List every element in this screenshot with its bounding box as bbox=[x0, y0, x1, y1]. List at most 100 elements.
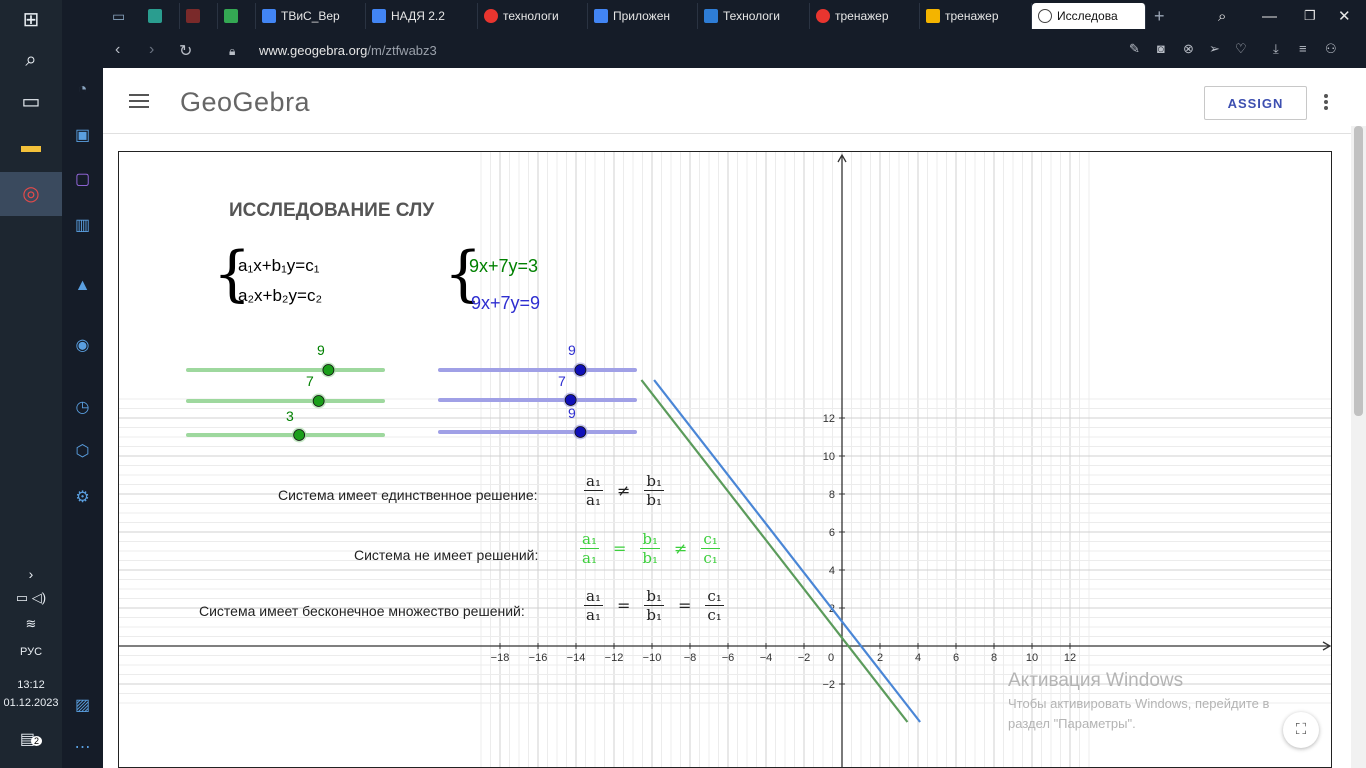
x-tick-label: 6 bbox=[953, 652, 959, 664]
camera-icon[interactable]: ◙ bbox=[1157, 41, 1165, 56]
y-tick-label: 12 bbox=[823, 413, 835, 425]
language-indicator[interactable]: РУС bbox=[0, 640, 62, 664]
settings-icon[interactable]: ⚙ bbox=[62, 488, 103, 508]
x-tick-label: −2 bbox=[798, 652, 811, 664]
more-icon[interactable]: ⋯ bbox=[62, 738, 103, 758]
tab-7[interactable]: тренажер bbox=[920, 3, 1032, 29]
browser-sidebar: ◔ ▣ ▢ ▥ ▲ ◉ ◷ ⬡ ⚙ ▨ ⋯ bbox=[62, 0, 103, 768]
tab-5[interactable]: Технологи bbox=[698, 3, 810, 29]
player-icon[interactable]: ◉ bbox=[62, 336, 103, 356]
assign-button[interactable]: ASSIGN bbox=[1204, 86, 1307, 120]
slider-c2-handle bbox=[574, 426, 587, 438]
download-icon[interactable]: ⤓ bbox=[1273, 41, 1279, 57]
hamburger-menu-icon[interactable] bbox=[129, 94, 149, 108]
slider-a1-value: 9 bbox=[317, 342, 325, 358]
condition-none-formula: a₁ a₁ = b₁ b₁ ≠ c₁ c₁ bbox=[580, 530, 720, 567]
general-eq1: a₁x+b₁y=c₁ bbox=[238, 256, 320, 275]
x-tick-label: −14 bbox=[567, 652, 586, 664]
maximize-icon[interactable]: ❐ bbox=[1298, 3, 1326, 29]
notification-icon[interactable]: ▤2 bbox=[0, 728, 62, 753]
file-explorer-icon[interactable]: ▬ bbox=[0, 134, 62, 158]
fullscreen-icon[interactable]: ⛶ bbox=[1283, 712, 1319, 748]
profile-icon[interactable]: ⚇ bbox=[1325, 41, 1337, 57]
geogebra-applet[interactable]: −18−16−14−12−10−8−6−4−2024681012−2246810… bbox=[118, 151, 1332, 768]
new-tab-button[interactable]: + bbox=[1148, 3, 1176, 29]
edit-icon[interactable]: ✎ bbox=[1129, 41, 1140, 57]
aria-icon[interactable]: ▲ bbox=[62, 276, 103, 296]
geogebra-header: GeoGebra ASSIGN bbox=[103, 68, 1366, 134]
tab-favicon bbox=[816, 9, 830, 23]
workspace-icon[interactable]: ▭ bbox=[106, 3, 142, 29]
task-view-icon[interactable]: ▭ bbox=[0, 90, 62, 114]
tab-search-icon[interactable]: ⌕ bbox=[1212, 3, 1240, 29]
more-options-icon[interactable] bbox=[1324, 94, 1328, 110]
slider-a2-handle bbox=[574, 364, 587, 376]
x-tick-label: −12 bbox=[605, 652, 624, 664]
easy-setup-icon[interactable]: ≡ bbox=[1299, 41, 1307, 56]
search-icon[interactable]: ⌕ bbox=[0, 48, 62, 72]
history-icon[interactable]: ◷ bbox=[62, 398, 103, 418]
tab-active-geogebra[interactable]: Исследова bbox=[1032, 3, 1146, 29]
geogebra-logo[interactable]: GeoGebra bbox=[180, 87, 310, 118]
tab-pinned-2[interactable] bbox=[180, 3, 218, 29]
reload-icon[interactable]: ↻ bbox=[179, 41, 192, 61]
equation-1[interactable]: 9x+7y=3 bbox=[469, 256, 538, 277]
extensions-icon[interactable]: ▥ bbox=[62, 216, 103, 236]
slider-c1-handle bbox=[293, 429, 306, 441]
tab-favicon bbox=[704, 9, 718, 23]
equation-2[interactable]: 9x+7y=9 bbox=[471, 293, 540, 314]
tab-label: тренажер bbox=[835, 9, 889, 23]
briefcase-icon[interactable]: ▣ bbox=[62, 126, 103, 146]
twitch-icon[interactable]: ▢ bbox=[62, 170, 103, 190]
page-scrollbar[interactable] bbox=[1351, 126, 1366, 768]
tab-3[interactable]: технологи bbox=[478, 3, 588, 29]
tab-favicon bbox=[594, 9, 608, 23]
tab-label: Технологи bbox=[723, 9, 780, 23]
cube-icon[interactable]: ⬡ bbox=[62, 442, 103, 462]
start-icon[interactable]: ⊞ bbox=[0, 8, 62, 32]
x-tick-label: 4 bbox=[915, 652, 921, 664]
tab-6[interactable]: тренажер bbox=[810, 3, 920, 29]
y-tick-label: 8 bbox=[829, 489, 835, 501]
tab-4[interactable]: Приложен bbox=[588, 3, 698, 29]
speed-dial-icon[interactable]: ◔ bbox=[62, 80, 103, 100]
lock-icon: 🔒︎ bbox=[229, 44, 236, 58]
tab-2[interactable]: НАДЯ 2.2 bbox=[366, 3, 478, 29]
windows-activation-line2: раздел "Параметры". bbox=[1008, 716, 1136, 731]
clock-time[interactable]: 13:12 bbox=[0, 678, 62, 692]
scrollbar-thumb[interactable] bbox=[1354, 126, 1363, 416]
wifi-icon[interactable]: ≋ bbox=[0, 612, 62, 636]
notification-badge: 2 bbox=[31, 736, 43, 746]
url-field[interactable]: www.geogebra.org/m/ztfwabz3 bbox=[259, 43, 437, 58]
tab-favicon bbox=[262, 9, 276, 23]
tab-favicon bbox=[926, 9, 940, 23]
image-icon[interactable]: ▨ bbox=[62, 696, 103, 716]
minimize-icon[interactable]: — bbox=[1256, 3, 1284, 29]
adblock-icon[interactable]: ⊗ bbox=[1183, 41, 1194, 57]
forward-icon[interactable]: › bbox=[149, 41, 154, 59]
x-tick-label: −6 bbox=[722, 652, 735, 664]
opera-icon[interactable]: ◎ bbox=[0, 172, 62, 216]
applet-title: ИССЛЕДОВАНИЕ СЛУ bbox=[229, 200, 435, 221]
y-tick-label: 6 bbox=[829, 527, 835, 539]
tab-pinned-3[interactable] bbox=[218, 3, 256, 29]
chevron-up-icon[interactable]: › bbox=[0, 562, 62, 586]
back-icon[interactable]: ‹ bbox=[115, 41, 120, 59]
tab-label: ТВиС_Вер bbox=[281, 9, 340, 23]
y-tick-label: −2 bbox=[822, 679, 835, 691]
x-tick-label: 2 bbox=[877, 652, 883, 664]
tab-1[interactable]: ТВиС_Вер bbox=[256, 3, 366, 29]
clock-date[interactable]: 01.12.2023 bbox=[0, 696, 62, 710]
slider-b1-handle bbox=[312, 395, 325, 407]
tab-pinned-1[interactable] bbox=[142, 3, 180, 29]
close-window-icon[interactable]: ✕ bbox=[1332, 3, 1360, 29]
slider-b2-handle bbox=[564, 394, 577, 406]
heart-icon[interactable]: ♡ bbox=[1235, 41, 1247, 57]
y-tick-label: 4 bbox=[829, 565, 835, 577]
condition-infinite-formula: a₁ a₁ = b₁ b₁ = c₁ c₁ bbox=[584, 587, 724, 624]
send-icon[interactable]: ➢ bbox=[1209, 41, 1220, 57]
x-tick-label: 10 bbox=[1026, 652, 1038, 664]
tab-bar: ▭ ТВиС_Вер НАДЯ 2.2 технологи Приложен Т… bbox=[62, 0, 1366, 33]
geogebra-page: GeoGebra ASSIGN −18 −16 −14 −12 −10 −8 −6 −4 −2 0… bbox=[103, 68, 1366, 768]
tab-favicon bbox=[186, 9, 200, 23]
